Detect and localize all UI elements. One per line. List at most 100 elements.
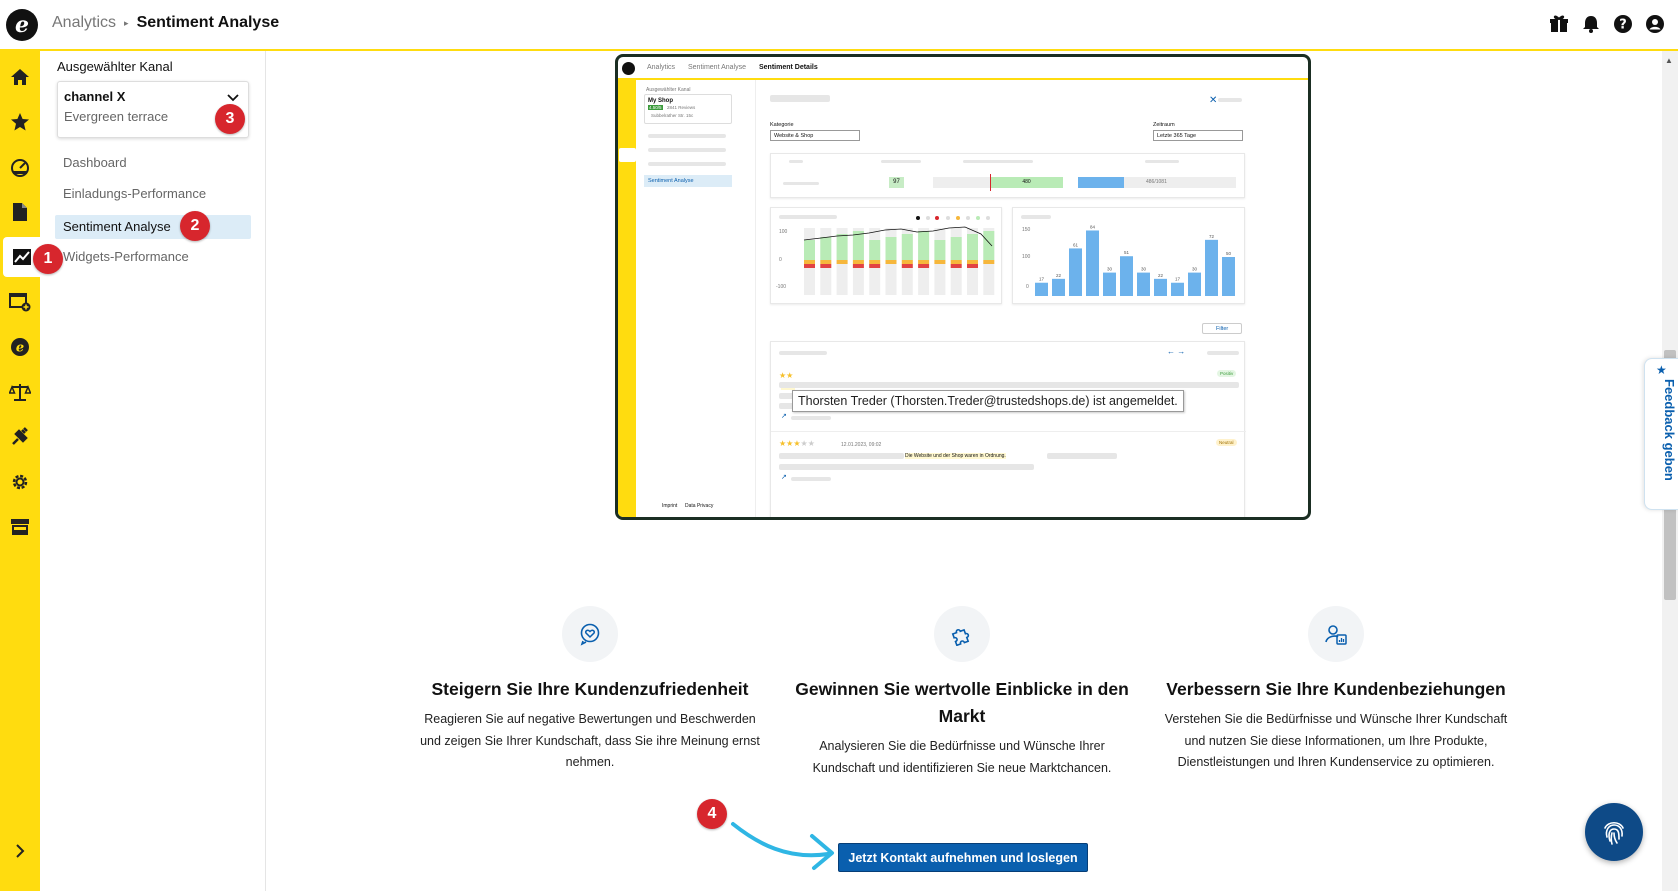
help-icon[interactable]: ? — [1612, 13, 1634, 35]
preview-privacy-link: Data Privacy — [685, 503, 714, 509]
preview-chart2-tick: 150 — [1022, 227, 1031, 233]
feedback-label: Feedback geben — [1662, 379, 1677, 481]
preview-chart1-tick: 0 — [779, 257, 782, 263]
preview-shop-reviews: 2841 Reviews — [667, 105, 696, 110]
preview-channel-label: Ausgewählter Kanal — [646, 87, 691, 93]
preview-sentiment-bar-neutral — [869, 260, 881, 264]
chevron-right-icon[interactable] — [0, 831, 40, 871]
preview-chart2-tick: 100 — [1022, 254, 1031, 260]
preview-chart2-tick: 0 — [1026, 284, 1029, 290]
preview-sentiment-bar-neutral — [820, 260, 832, 264]
preview-volume-bar — [1052, 278, 1065, 296]
preview-sentiment-bar-positive — [967, 234, 978, 260]
preview-volume-bar-label: 84 — [1090, 224, 1096, 229]
step-badge-2: 2 — [180, 211, 210, 241]
preview-sentiment-bar-neutral — [885, 260, 897, 264]
preview-chart1-tick: -100 — [776, 284, 786, 290]
preview-link-icon: ↗ — [781, 474, 787, 481]
feature-title: Steigern Sie Ihre Kundenzufriedenheit — [431, 679, 749, 699]
sidebar-item-sentiment-analyse[interactable]: Sentiment Analyse — [55, 215, 251, 239]
fingerprint-privacy-button[interactable] — [1585, 803, 1643, 861]
preview-crumb-3: Sentiment Details — [759, 64, 818, 71]
preview-volume-bar-label: 50 — [1226, 251, 1232, 256]
preview-volume-bar-label: 30 — [1107, 267, 1113, 272]
preview-volume-chart-svg: 150 100 0 17 22 61 84 30 51 30 22 17 30 72 50 — [1022, 224, 1235, 296]
preview-sentiment-bar-positive — [885, 237, 897, 260]
preview-sentiment-bar-neutral — [967, 260, 978, 264]
sidebar-item-widgets-performance[interactable]: Widgets-Performance — [55, 245, 251, 269]
preview-sentiment-bar-negative — [852, 264, 864, 268]
preview-top-bar: Analytics Sentiment Analyse Sentiment De… — [618, 57, 1308, 80]
star-icon[interactable] — [0, 102, 40, 142]
feature-text: Analysieren Sie die Bedürfnisse und Wüns… — [812, 739, 1112, 775]
preview-rail — [618, 80, 636, 517]
gift-icon[interactable] — [1548, 13, 1570, 35]
preview-shop-name: My Shop — [648, 98, 673, 104]
preview-review2-text: Die Website und der Shop waren in Ordnun… — [905, 453, 1006, 459]
scroll-up-icon[interactable]: ▲ — [1665, 56, 1673, 65]
svg-text:?: ? — [1619, 18, 1627, 33]
preview-volume-bar-label: 22 — [1158, 273, 1164, 278]
scales-icon[interactable] — [0, 372, 40, 412]
bell-icon[interactable] — [1580, 13, 1602, 35]
preview-shop-rating: 4.50/5 — [648, 105, 663, 110]
trusted-logo-icon[interactable]: e — [0, 327, 40, 367]
preview-score: 97 — [889, 177, 904, 188]
preview-volume-bar-label: 17 — [1175, 277, 1181, 282]
preview-sentiment-bar-positive — [836, 234, 848, 260]
preview-sentiment-chart-svg: 100 0 -100 — [776, 216, 995, 295]
shop-icon[interactable] — [0, 507, 40, 547]
feedback-tab[interactable]: ★ Feedback geben — [1644, 358, 1678, 510]
sidebar-item-einladungs-performance[interactable]: Einladungs-Performance — [55, 182, 251, 206]
sidebar-item-dashboard[interactable]: Dashboard — [55, 151, 251, 175]
preview-sentiment-bar-negative — [804, 264, 815, 268]
step-badge-3: 3 — [215, 104, 245, 134]
feature-satisfaction: Steigern Sie Ihre Kundenzufriedenheit Re… — [415, 606, 765, 774]
trusted-shops-logo[interactable]: e — [6, 9, 38, 41]
browser-add-icon[interactable] — [0, 282, 40, 322]
preview-kategorie-label: Kategorie — [770, 122, 794, 128]
preview-sentiment-bar-positive — [901, 234, 913, 260]
dashboard-gauge-icon[interactable] — [0, 147, 40, 187]
preview-sentiment-bar-positive — [934, 240, 946, 260]
contact-cta-button[interactable]: Jetzt Kontakt aufnehmen und loslegen — [838, 843, 1088, 872]
star-icon: ★ — [1656, 363, 1667, 377]
account-icon[interactable] — [1644, 13, 1666, 35]
preview-volume-bar — [1205, 239, 1218, 296]
preview-prev-next-icons: ← → — [1167, 347, 1186, 356]
document-icon[interactable] — [0, 192, 40, 232]
channel-name: channel X — [64, 89, 126, 104]
preview-green-bar: 480 — [990, 177, 1063, 188]
preview-sidebar: Ausgewählter Kanal My Shop 4.50/5 2841 R… — [636, 80, 756, 517]
channel-label: Ausgewählter Kanal — [57, 59, 173, 74]
sidebar: Ausgewählter Kanal channel X Evergreen t… — [40, 51, 266, 891]
settings-gear-icon[interactable] — [0, 462, 40, 502]
preview-channel-box: My Shop 4.50/5 2841 Reviews Subbelrather… — [644, 94, 732, 124]
feature-preview-image: Analytics Sentiment Analyse Sentiment De… — [615, 54, 1311, 520]
preview-kategorie-select: Website & Shop — [770, 130, 860, 141]
preview-crumb-2: Sentiment Analyse — [688, 64, 746, 71]
preview-sentiment-bar-neutral — [852, 260, 864, 264]
preview-sentiment-bar-negative — [901, 264, 913, 268]
preview-volume-chart: 150 100 0 17 22 61 84 30 51 30 22 17 30 72 50 — [1012, 207, 1245, 304]
step-badge-4: 4 — [697, 799, 727, 829]
preview-zeitraum-label: Zeitraum — [1153, 122, 1175, 128]
preview-review2-stars: ★★★★★ — [779, 439, 815, 448]
preview-volume-bar-label: 30 — [1141, 267, 1147, 272]
preview-logo-icon — [622, 62, 635, 75]
preview-volume-bar — [1137, 272, 1150, 296]
preview-sentiment-bar-positive — [983, 231, 995, 260]
page-title: Sentiment Analyse — [136, 14, 280, 31]
breadcrumb-analytics[interactable]: Analytics — [52, 14, 116, 32]
preview-rail-active — [619, 148, 636, 162]
preview-volume-bar — [1069, 248, 1082, 296]
home-icon[interactable] — [0, 57, 40, 97]
heart-chat-icon — [562, 606, 618, 662]
feature-text: Verstehen Sie die Bedürfnisse und Wünsch… — [1164, 712, 1508, 769]
plugin-icon[interactable] — [0, 417, 40, 457]
preview-sentiment-bar-negative — [950, 264, 962, 268]
top-bar: e Analytics ▸ Sentiment Analyse ? — [0, 0, 1678, 51]
svg-text:e: e — [16, 341, 24, 356]
preview-volume-bar — [1188, 272, 1201, 296]
preview-sentiment-bar-neutral — [804, 260, 815, 264]
